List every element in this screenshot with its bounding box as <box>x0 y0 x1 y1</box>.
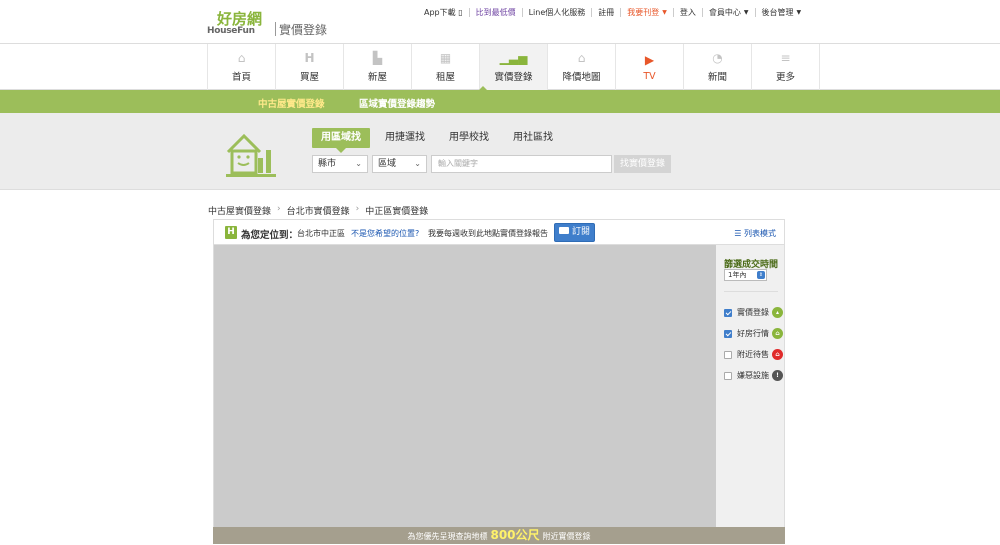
period-select[interactable]: 1年內 ⇕ <box>724 269 767 281</box>
spinner-icon: ⇕ <box>757 271 765 279</box>
house-chart-icon <box>226 133 276 177</box>
menu-icon: ≡ <box>780 51 791 65</box>
member-center-menu[interactable]: 會員中心 ▼ <box>703 7 755 18</box>
subnav-area-trend[interactable]: 區域實價登錄趨勢 <box>359 96 435 110</box>
play-icon: ▶ <box>644 52 655 67</box>
checkbox[interactable] <box>724 308 732 317</box>
nav-tv[interactable]: ▶ TV <box>616 44 684 90</box>
checkbox[interactable] <box>724 350 732 359</box>
location-bar: H 為您定位到： 台北市中正區 不是您希望的位置? 我要每週收到此地點實價登錄報… <box>213 219 785 245</box>
nav-price-registry[interactable]: ▁▃▅ 實價登錄 <box>480 44 548 90</box>
filter-market-price[interactable]: 好房行情 ⌂ <box>724 328 783 339</box>
tab-by-community[interactable]: 用社區找 <box>504 128 562 148</box>
nav-price-drop-map[interactable]: ⌂ 降價地圖 <box>548 44 616 90</box>
admin-menu[interactable]: 後台管理 ▼ <box>756 7 808 18</box>
checkbox[interactable] <box>724 329 732 338</box>
wrong-location-link[interactable]: 不是您希望的位置? <box>351 228 419 239</box>
login-link[interactable]: 登入 <box>674 7 702 18</box>
chart-badge-icon: ▴ <box>772 307 783 318</box>
list-mode-link[interactable]: ☰ 列表模式 <box>734 228 776 239</box>
top-header: 好房網 HouseFun 實價登錄 App下載 ▯ 比到最低價 Line個人化服… <box>0 0 1000 44</box>
filter-undesirable[interactable]: 嫌惡設施 ! <box>724 370 783 381</box>
nav-more[interactable]: ≡ 更多 <box>752 44 820 90</box>
breadcrumb-item[interactable]: 中正區實價登錄 <box>365 204 428 217</box>
location-lead: 為您定位到： <box>241 230 299 241</box>
logo-section: 實價登錄 <box>279 23 328 37</box>
nav-home[interactable]: ⌂ 首頁 <box>208 44 276 90</box>
chevron-down-icon: ⌄ <box>414 159 421 168</box>
breadcrumb-item[interactable]: 台北市實價登錄 <box>287 204 350 217</box>
line-service-link[interactable]: Line個人化服務 <box>523 7 592 18</box>
app-download-link[interactable]: App下載 ▯ <box>418 7 469 18</box>
list-icon: ☰ <box>734 229 742 238</box>
home-icon: ⌂ <box>237 51 246 65</box>
apartment-icon: ▦ <box>439 51 452 65</box>
logo-en: HouseFun <box>207 26 255 36</box>
breadcrumb: 中古屋實價登錄 › 台北市實價登錄 › 中正區實價登錄 <box>208 204 428 217</box>
site-logo[interactable]: 好房網 HouseFun 實價登錄 <box>207 8 331 38</box>
caret-down-icon: ▼ <box>743 8 749 16</box>
nav-new[interactable]: ▙ 新屋 <box>344 44 412 90</box>
search-tabs: 用區域找 用捷運找 用學校找 用社區找 <box>312 128 568 153</box>
tab-by-school[interactable]: 用學校找 <box>440 128 498 148</box>
envelope-icon <box>559 227 569 234</box>
search-button[interactable]: 找實價登錄 <box>614 155 671 173</box>
h-logo-icon: H <box>225 226 237 239</box>
distance-value: 800公尺 <box>490 528 540 542</box>
h-logo-icon: H <box>304 51 315 65</box>
keyword-input[interactable]: 輸入關鍵字 <box>431 155 612 173</box>
bottom-info-bar: 為您優先呈現查詢地標 800公尺 附近實價登錄 <box>213 527 785 544</box>
lowest-price-link[interactable]: 比到最低價 <box>470 7 522 18</box>
logo-divider <box>275 22 276 36</box>
register-link[interactable]: 註冊 <box>592 7 620 18</box>
main-nav: ⌂ 首頁 H 買屋 ▙ 新屋 ▦ 租屋 ▁▃▅ 實價登錄 ⌂ 降價地圖 ▶ TV… <box>0 44 1000 90</box>
breadcrumb-arrow-icon: › <box>355 204 360 214</box>
buildings-icon: ▙ <box>372 51 383 65</box>
sale-badge-icon: ⌂ <box>772 349 783 360</box>
subscribe-prompt: 我要每週收到此地點實價登錄報告 <box>428 229 548 238</box>
house-badge-icon: ⌂ <box>772 328 783 339</box>
district-select[interactable]: 區域 ⌄ <box>372 155 427 173</box>
phone-icon: ▯ <box>458 7 463 17</box>
caret-down-icon: ▼ <box>796 8 802 16</box>
nav-news[interactable]: ◔ 新聞 <box>684 44 752 90</box>
filter-panel: 篩選成交時間 1年內 ⇕ 實價登錄 ▴ 好房行情 ⌂ 附近待售 ⌂ 嫌惡設施 ! <box>716 245 785 527</box>
breadcrumb-arrow-icon: › <box>277 204 281 214</box>
rss-icon: ◔ <box>712 51 723 65</box>
location-place: 台北市中正區 <box>297 229 345 238</box>
chevron-down-icon: ⌄ <box>355 159 362 168</box>
breadcrumb-item[interactable]: 中古屋實價登錄 <box>208 204 271 217</box>
post-listing-menu[interactable]: 我要刊登 ▼ <box>621 7 673 18</box>
subscribe-button[interactable]: 訂閱 <box>554 223 595 242</box>
sub-nav: 中古屋實價登錄 區域實價登錄趨勢 <box>0 90 1000 113</box>
filter-price-registry[interactable]: 實價登錄 ▴ <box>724 307 783 318</box>
search-panel <box>0 113 1000 190</box>
divider <box>724 291 778 292</box>
tab-by-mrt[interactable]: 用捷運找 <box>376 128 434 148</box>
tab-by-area[interactable]: 用區域找 <box>312 128 370 153</box>
nav-buy[interactable]: H 買屋 <box>276 44 344 90</box>
filter-nearby-sale[interactable]: 附近待售 ⌂ <box>724 349 783 360</box>
checkbox[interactable] <box>724 371 732 380</box>
top-links: App下載 ▯ 比到最低價 Line個人化服務 註冊 我要刊登 ▼ 登入 會員中心… <box>418 6 807 18</box>
subnav-used-house[interactable]: 中古屋實價登錄 <box>258 96 325 110</box>
bar-chart-icon: ▁▃▅ <box>499 51 528 65</box>
nav-rent[interactable]: ▦ 租屋 <box>412 44 480 90</box>
caret-down-icon: ▼ <box>662 8 667 16</box>
house-outline-icon: ⌂ <box>577 51 586 65</box>
map-area[interactable] <box>213 245 716 527</box>
city-select[interactable]: 縣市 ⌄ <box>312 155 368 173</box>
warning-badge-icon: ! <box>772 370 783 381</box>
